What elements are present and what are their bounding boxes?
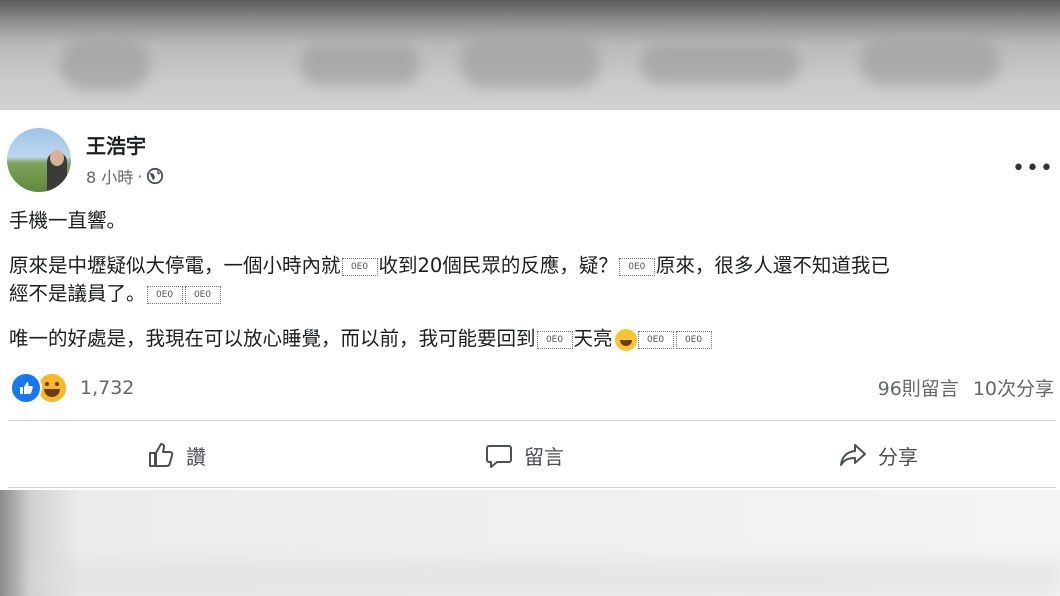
missing-glyph-icon: 0E0 (184, 285, 221, 304)
missing-glyph-icon: 0E0 (637, 330, 674, 349)
comment-count[interactable]: 96則留言 (878, 374, 959, 401)
author-name[interactable]: 王浩宇 (86, 130, 146, 159)
post-line-3: 經不是議員了。 0E0 0E0 (9, 280, 222, 308)
missing-glyph-icon: 0E0 (341, 257, 378, 276)
like-label: 讚 (186, 444, 206, 469)
like-button[interactable]: 讚 (146, 440, 206, 470)
blurred-background-top (0, 0, 1060, 110)
meta-separator: · (137, 166, 143, 186)
missing-glyph-icon: 0E0 (618, 257, 655, 276)
blurred-background-bottom (0, 490, 1060, 596)
avatar-face (50, 150, 64, 166)
share-icon (840, 444, 866, 466)
post-text: 手機一直響。 (9, 209, 127, 232)
comment-button[interactable]: 留言 (484, 440, 564, 470)
globe-icon (147, 167, 164, 185)
like-reaction-icon (10, 372, 42, 404)
post-stats: 96則留言 10次分享 (878, 374, 1054, 401)
missing-glyph-icon: 0E0 (536, 330, 573, 349)
facebook-post: 王浩宇 8 小時 · ••• 手機一直響。 原來是中壢疑似大停電，一個小時內就 0… (0, 110, 1060, 490)
divider (8, 487, 1056, 488)
post-text: 唯一的好處是，我現在可以放心睡覺，而以前，我可能要回到 (9, 327, 536, 350)
missing-glyph-icon: 0E0 (675, 330, 712, 349)
missing-glyph-icon: 0E0 (146, 285, 183, 304)
share-button[interactable]: 分享 (838, 440, 918, 470)
avatar[interactable] (7, 128, 71, 192)
post-text: 經不是議員了。 (9, 282, 146, 305)
like-icon (149, 443, 174, 467)
post-text: 原來，很多人還不知道我已 (655, 254, 890, 277)
post-text: 收到20個民眾的反應，疑？ (378, 254, 618, 277)
comment-icon (486, 445, 512, 468)
post-text: 天亮 (573, 327, 613, 350)
divider (8, 420, 1056, 421)
post-line-1: 手機一直響。 (9, 207, 126, 235)
post-text: 原來是中壢疑似大停電，一個小時內就 (9, 254, 341, 277)
blur-shade (30, 560, 1060, 596)
reaction-count[interactable]: 1,732 (80, 377, 134, 399)
post-meta: 8 小時 · (86, 164, 164, 188)
post-line-2: 原來是中壢疑似大停電，一個小時內就 0E0 收到20個民眾的反應，疑？ 0E0 原來，很… (9, 252, 890, 280)
post-time[interactable]: 8 小時 (86, 164, 133, 188)
more-options-icon[interactable]: ••• (1012, 156, 1054, 181)
reaction-summary[interactable]: 1,732 (10, 372, 134, 404)
post-line-4: 唯一的好處是，我現在可以放心睡覺，而以前，我可能要回到 0E0 天亮 0E0 0E0 (9, 325, 713, 353)
share-label: 分享 (878, 444, 918, 469)
laughing-emoji-icon (614, 328, 637, 351)
share-count[interactable]: 10次分享 (973, 374, 1054, 401)
comment-label: 留言 (524, 444, 564, 469)
